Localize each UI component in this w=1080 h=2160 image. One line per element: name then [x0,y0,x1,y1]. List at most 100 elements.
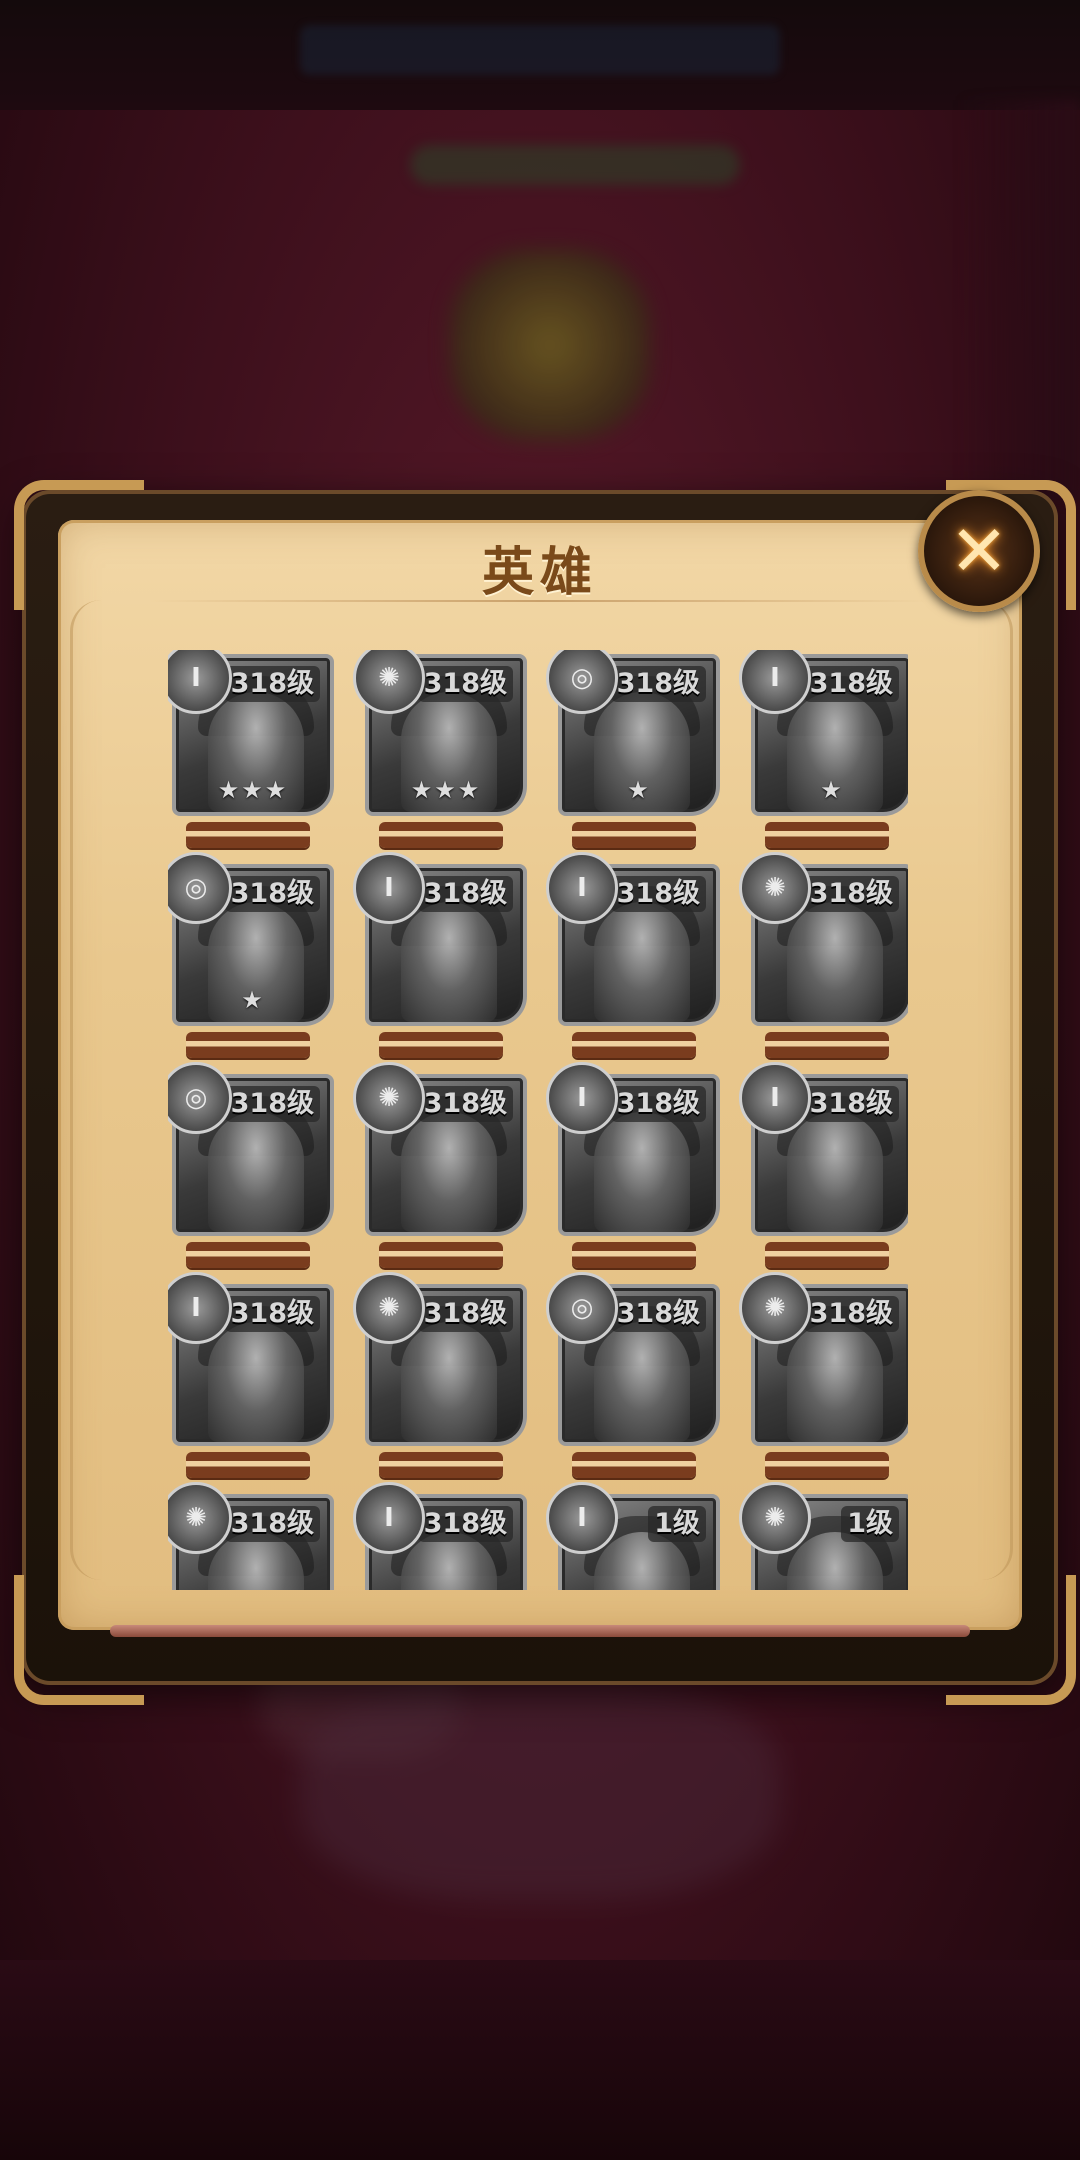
faction-glyph: ◎ [570,663,594,693]
hero-grid[interactable]: 318级 ★★★ I 318级 ★★★ ✺ 318级 ★ ◎ 318级 ★ I 318级 ★ ◎ 318级 I 3… [168,650,908,1590]
title-divider [150,600,930,602]
faction-glyph: ✺ [378,663,400,693]
faction-glyph: ✺ [764,873,786,903]
hero-progress-bar [186,1032,310,1058]
hero-silhouette [594,1322,690,1442]
hero-silhouette [594,902,690,1022]
faction-glyph: ✺ [764,1293,786,1323]
hero-progress-bar [765,1452,889,1478]
hero-progress-bar [379,1452,503,1478]
hero-stars: ★ [820,776,844,804]
hero-slot[interactable]: 318级 ✺ [353,1272,527,1492]
hero-silhouette [594,1112,690,1232]
hero-slot[interactable]: 318级 ◎ [546,1272,720,1492]
close-icon: ✕ [949,510,1009,592]
hero-level: 318级 [417,1086,513,1122]
faction-glyph: I [577,1503,587,1533]
hero-progress-bar [572,822,696,848]
hero-level: 318级 [224,666,320,702]
parchment-ornament-right [950,600,1013,1580]
hero-silhouette [787,1112,883,1232]
faction-glyph: I [384,1503,394,1533]
hero-stars: ★★★ [217,776,289,804]
hero-stars: ★ [241,986,265,1014]
hero-silhouette [787,902,883,1022]
hero-level: 318级 [803,876,899,912]
hero-slot[interactable]: 318级 ★ I [739,650,908,862]
hero-slot[interactable]: 318级 ✺ [739,1272,908,1492]
hero-level: 318级 [610,1086,706,1122]
faction-glyph: I [384,873,394,903]
hero-silhouette [401,1322,497,1442]
background-progress-bar [410,145,740,185]
faction-glyph: ✺ [185,1503,207,1533]
faction-glyph: ◎ [184,873,208,903]
hero-level: 318级 [610,666,706,702]
hero-slot[interactable]: 318级 ◎ [168,1062,334,1282]
hero-progress-bar [186,822,310,848]
faction-icon: ✺ [353,1062,425,1134]
hero-slot[interactable]: 318级 I [168,1272,334,1492]
hero-progress-bar [765,1032,889,1058]
hero-level: 1级 [648,1506,706,1542]
hero-slot[interactable]: 318级 I [546,852,720,1072]
faction-icon: I [353,1482,425,1554]
hero-level: 318级 [224,1506,320,1542]
hero-slot[interactable]: 318级 I [353,852,527,1072]
hero-level: 1级 [841,1506,899,1542]
hero-stars: ★ [627,776,651,804]
hero-silhouette [401,1112,497,1232]
faction-icon: ✺ [353,1272,425,1344]
hero-slot[interactable]: 318级 I [546,1062,720,1282]
frame-corner-bottom-right [946,1575,1076,1705]
hero-slot[interactable]: 318级 ★★★ I [168,650,334,862]
close-button[interactable]: ✕ [918,490,1040,612]
faction-icon: I [546,852,618,924]
faction-glyph: I [191,1293,201,1323]
faction-icon: I [739,1062,811,1134]
faction-glyph: I [770,663,780,693]
faction-glyph: ✺ [764,1503,786,1533]
hero-level: 318级 [803,1296,899,1332]
hero-level: 318级 [610,1296,706,1332]
faction-icon: I [546,1482,618,1554]
background-bottom-nav [0,1960,1080,2160]
background-figure-body [300,1680,780,1900]
hero-slot[interactable]: 318级 ✺ [353,1062,527,1282]
hero-progress-bar [379,822,503,848]
hero-slot[interactable]: 318级 I [739,1062,908,1282]
hero-slot[interactable]: 318级 ✺ [168,1482,334,1590]
hero-progress-bar [572,1242,696,1268]
hero-progress-bar [379,1032,503,1058]
hero-slot[interactable]: 318级 ★ ◎ [168,852,334,1072]
dialog-title: 英雄 [481,543,598,603]
hero-slot[interactable]: 1级 ✺ [739,1482,908,1590]
hero-slot[interactable]: 318级 ✺ [739,852,908,1072]
hero-silhouette [401,902,497,1022]
hero-progress-bar [765,1242,889,1268]
hero-slot[interactable]: 1级 I [546,1482,720,1590]
hero-stars: ★★★ [410,776,482,804]
hero-level: 318级 [803,1086,899,1122]
hero-slot[interactable]: 318级 ★ ◎ [546,650,720,862]
faction-glyph: I [577,873,587,903]
background-banner [300,25,780,75]
faction-glyph: ✺ [378,1293,400,1323]
hero-level: 318级 [803,666,899,702]
faction-glyph: ◎ [570,1293,594,1323]
hero-progress-bar [379,1242,503,1268]
hero-progress-bar [572,1032,696,1058]
frame-corner-top-left [14,480,144,610]
dialog-bottom-edge [110,1625,970,1637]
hero-level: 318级 [224,1296,320,1332]
hero-level: 318级 [224,1086,320,1122]
hero-level: 318级 [417,666,513,702]
faction-glyph: I [770,1083,780,1113]
hero-slot[interactable]: 318级 ★★★ ✺ [353,650,527,862]
hero-level: 318级 [417,1506,513,1542]
hero-level: 318级 [417,876,513,912]
faction-icon: ✺ [739,852,811,924]
hero-slot[interactable]: 318级 I [353,1482,527,1590]
hero-level: 318级 [610,876,706,912]
hero-progress-bar [765,822,889,848]
